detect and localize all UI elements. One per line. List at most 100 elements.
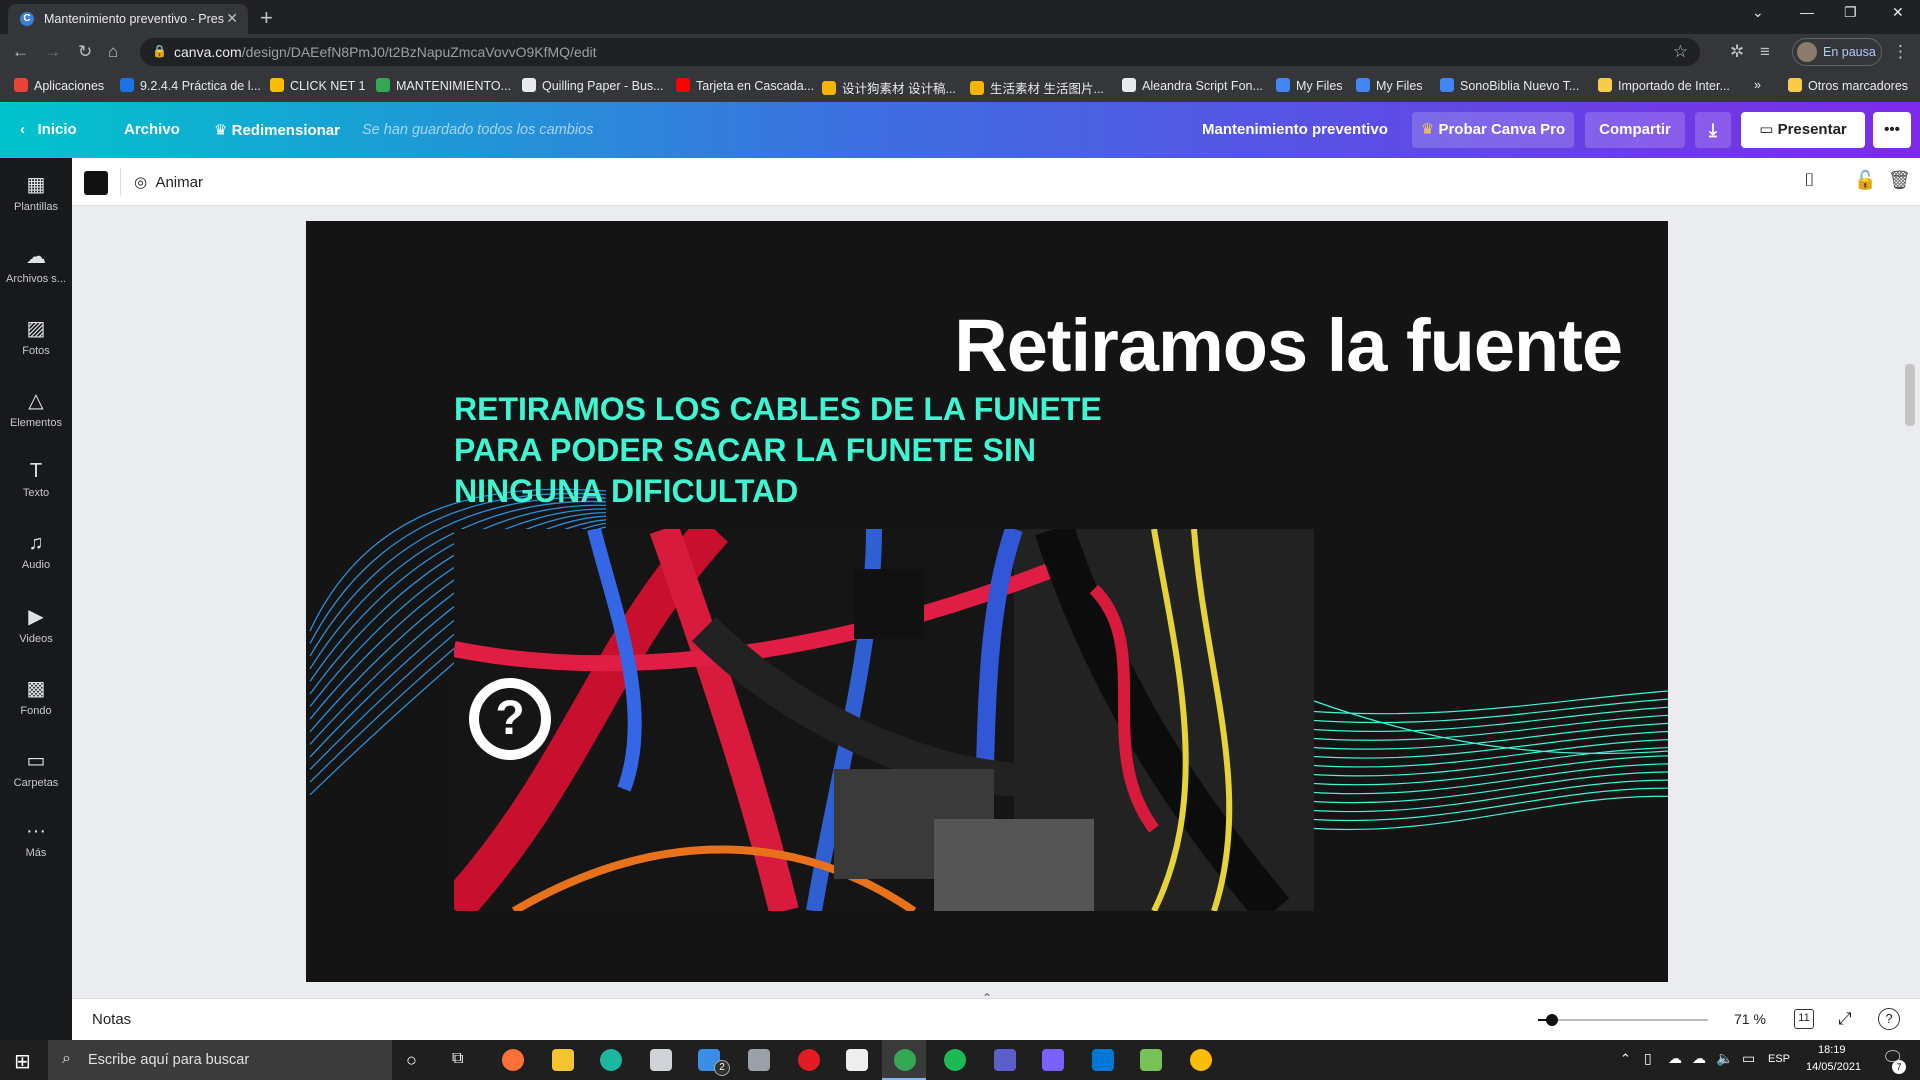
home-icon[interactable]: ⌂ [108,42,118,62]
zoom-level[interactable]: 71 % [1734,1011,1766,1027]
animate-button[interactable]: ◎ Animar [134,173,203,191]
windows-start-icon[interactable]: ⊞ [14,1049,31,1074]
bookmark-item[interactable]: My Files [1356,78,1423,93]
paint-roller-icon[interactable]: ⌷ [1804,170,1815,191]
volume-icon[interactable]: 🔈 [1716,1050,1733,1067]
android-studio-icon[interactable] [1140,1049,1162,1071]
try-pro-button[interactable]: ♛ Probar Canva Pro [1412,112,1574,148]
share-button[interactable]: Compartir [1585,112,1685,148]
profile-button[interactable]: En pausa [1792,38,1882,66]
edge-icon[interactable] [600,1049,622,1071]
vertical-scrollbar[interactable] [1905,364,1915,426]
clock-time[interactable]: 18:19 [1818,1044,1846,1056]
bookmark-favicon-icon [1276,78,1290,92]
reload-icon[interactable]: ↻ [78,42,92,62]
bookmark-item[interactable]: CLICK NET 1 [270,78,366,93]
zoom-slider[interactable] [1538,1014,1708,1026]
color-swatch[interactable] [84,171,108,195]
device-icon[interactable]: ▯ [1644,1050,1652,1067]
restore-icon[interactable]: ❐ [1844,4,1857,21]
bookmark-item[interactable]: Importado de Inter... [1598,78,1730,93]
sidebar-item[interactable]: ♫ Audio [0,532,72,571]
extensions-icon[interactable]: ✲ [1730,42,1744,62]
bookmark-item[interactable]: Aleandra Script Fon... [1122,78,1263,93]
tab-search-icon[interactable]: ⌄ [1752,4,1764,21]
sidebar-item[interactable]: ☁ Archivos s... [0,244,72,285]
file-menu[interactable]: Archivo [124,121,180,138]
calculator-icon[interactable] [748,1049,770,1071]
media-queue-icon[interactable]: ≡ [1760,42,1770,62]
chrome-icon[interactable] [894,1049,916,1071]
bookmark-item[interactable]: 生活素材 生活图片... [970,78,1104,97]
chevron-up-icon[interactable]: ⌃ [1620,1051,1631,1067]
sidebar-item[interactable]: ▭ Carpetas [0,748,72,789]
window-close-icon[interactable]: ✕ [1892,4,1904,21]
teams-icon[interactable] [994,1049,1016,1071]
discord-icon[interactable] [1042,1049,1064,1071]
bookmark-favicon-icon [822,81,836,95]
bookmark-item[interactable]: 设计狗素材 设计稿... [822,78,956,97]
cloud-icon[interactable]: ☁ [1692,1050,1706,1067]
language-indicator[interactable]: ESP [1768,1053,1790,1065]
chevron-up-icon[interactable]: ⌃ [982,991,992,1005]
zoom-slider-fill [1538,1019,1550,1021]
taskbar-search[interactable]: ⌕ Escribe aquí para buscar [48,1040,392,1080]
store-icon[interactable] [650,1049,672,1071]
sidebar-item[interactable]: ▨ Fotos [0,316,72,357]
network-icon[interactable]: ▭ [1742,1050,1755,1067]
page-count[interactable]: 11 [1794,1009,1814,1029]
lock-icon[interactable]: 🔓 [1854,170,1876,191]
more-bookmarks-icon[interactable]: » [1754,78,1761,92]
bookmark-star-icon[interactable]: ☆ [1673,42,1688,62]
forward-icon[interactable]: → [44,42,61,62]
file-explorer-icon[interactable] [552,1049,574,1071]
bookmark-item[interactable]: Quilling Paper - Bus... [522,78,664,93]
slide-canvas[interactable]: Retiramos la fuente RETIRAMOS LOS CABLES… [306,221,1668,982]
other-bookmarks[interactable]: Otros marcadores [1788,78,1908,93]
chrome-canary-icon[interactable] [1190,1049,1212,1071]
sidebar-item[interactable]: ▩ Fondo [0,676,72,717]
opera-icon[interactable] [798,1049,820,1071]
slide-title[interactable]: Retiramos la fuente [954,303,1623,388]
sidebar-item[interactable]: ▦ Plantillas [0,172,72,213]
spotify-icon[interactable] [944,1049,966,1071]
fullscreen-icon[interactable]: ⤢ [1838,1009,1852,1029]
resize-button[interactable]: ♛ Redimensionar [214,121,340,139]
download-icon[interactable]: ⤓ [1695,112,1731,148]
bookmark-item[interactable]: MANTENIMIENTO... [376,78,511,93]
notepad-icon[interactable] [846,1049,868,1071]
firefox-icon[interactable] [502,1049,524,1071]
cables-photo[interactable]: ? [454,529,1314,911]
browser-menu-icon[interactable]: ⋮ [1892,42,1909,62]
bookmark-item[interactable]: Tarjeta en Cascada... [676,78,814,93]
trash-icon[interactable]: 🗑 [1888,170,1911,191]
sidebar-item-label: Elementos [10,417,62,429]
slide-subtitle[interactable]: RETIRAMOS LOS CABLES DE LA FUNETE PARA P… [454,389,1174,512]
notes-button[interactable]: Notas [92,1011,131,1028]
back-icon[interactable]: ← [12,42,29,62]
bookmark-item[interactable]: My Files [1276,78,1343,93]
bookmark-item[interactable]: SonoBiblia Nuevo T... [1440,78,1579,93]
bookmark-item[interactable]: 9.2.4.4 Práctica de l... [120,78,261,93]
task-view-icon[interactable]: ⧉ [452,1050,463,1068]
browser-tab[interactable]: C Mantenimiento preventivo - Prese ✕ [8,4,248,34]
address-bar[interactable]: 🔒 canva.com/design/DAEefN8PmJ0/t2BzNapuZ… [140,38,1700,66]
sidebar-item[interactable]: ··· Más [0,820,72,859]
bookmark-item[interactable]: Aplicaciones [14,78,104,93]
onedrive-icon[interactable]: ☁ [1668,1050,1682,1067]
minimize-icon[interactable]: — [1800,4,1814,20]
clock-date[interactable]: 14/05/2021 [1806,1061,1861,1073]
home-button[interactable]: ‹ Inicio [20,121,77,138]
tab-title: Mantenimiento preventivo - Prese [44,12,224,26]
design-title[interactable]: Mantenimiento preventivo [1202,121,1388,138]
sidebar-item[interactable]: △ Elementos [0,388,72,429]
more-options-icon[interactable]: ••• [1873,112,1911,148]
sidebar-item[interactable]: T Texto [0,460,72,499]
present-button[interactable]: ▭ Presentar [1741,112,1865,148]
help-icon[interactable]: ? [1878,1008,1900,1030]
vscode-icon[interactable] [1092,1049,1114,1071]
cortana-icon[interactable]: ○ [406,1050,417,1071]
sidebar-item[interactable]: ▶ Videos [0,604,72,645]
new-tab-icon[interactable]: + [260,5,273,31]
close-tab-icon[interactable]: ✕ [226,10,238,27]
